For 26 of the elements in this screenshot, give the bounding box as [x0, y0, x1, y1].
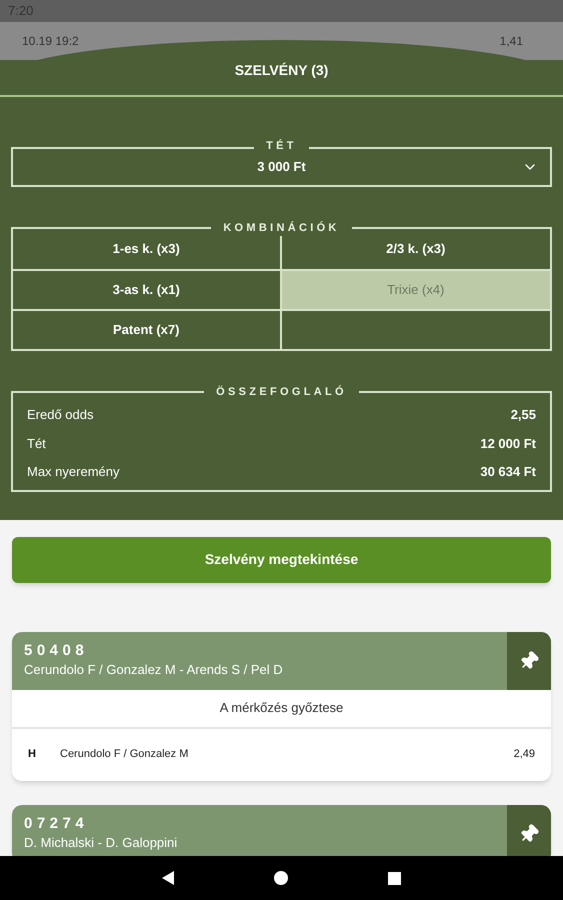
summary-label: Max nyeremény [27, 463, 120, 481]
home-icon[interactable] [274, 871, 288, 885]
outcome-code: H [28, 747, 37, 762]
view-slip-button[interactable]: Szelvény megtekintése [12, 536, 551, 582]
combination-option[interactable]: Patent (x7) [13, 309, 282, 349]
summary-label: Eredő odds [27, 406, 94, 424]
back-icon[interactable] [162, 871, 174, 885]
summary-value: 30 634 Ft [480, 463, 536, 481]
event-title: D. Michalski - D. Galoppini [24, 834, 178, 852]
match-date: 10.19 19:2 [22, 33, 79, 50]
summary-label: Tét [27, 434, 46, 452]
pin-button[interactable] [507, 632, 551, 690]
section-legend: KOMBINÁCIÓK [211, 220, 352, 236]
sheet-title: SZELVÉNY (3) [234, 61, 328, 80]
market-name: A mérkőzés győztese [220, 699, 344, 718]
selection-odds: 2,49 [514, 747, 535, 762]
event-title: Cerundolo F / Gonzalez M - Arends S / Pel D [24, 660, 284, 678]
recents-icon[interactable] [388, 872, 401, 884]
odds-value: 1,41 [500, 33, 523, 50]
selection-name: Cerundolo F / Gonzalez M [60, 747, 190, 762]
combination-option[interactable]: 3-as k. (x1) [13, 269, 282, 309]
event-code: 07274 [24, 814, 90, 834]
pin-button[interactable] [507, 804, 551, 856]
summary-value: 12 000 Ft [480, 434, 536, 452]
summary-value: 2,55 [510, 406, 536, 424]
event-code: 50408 [24, 640, 90, 660]
